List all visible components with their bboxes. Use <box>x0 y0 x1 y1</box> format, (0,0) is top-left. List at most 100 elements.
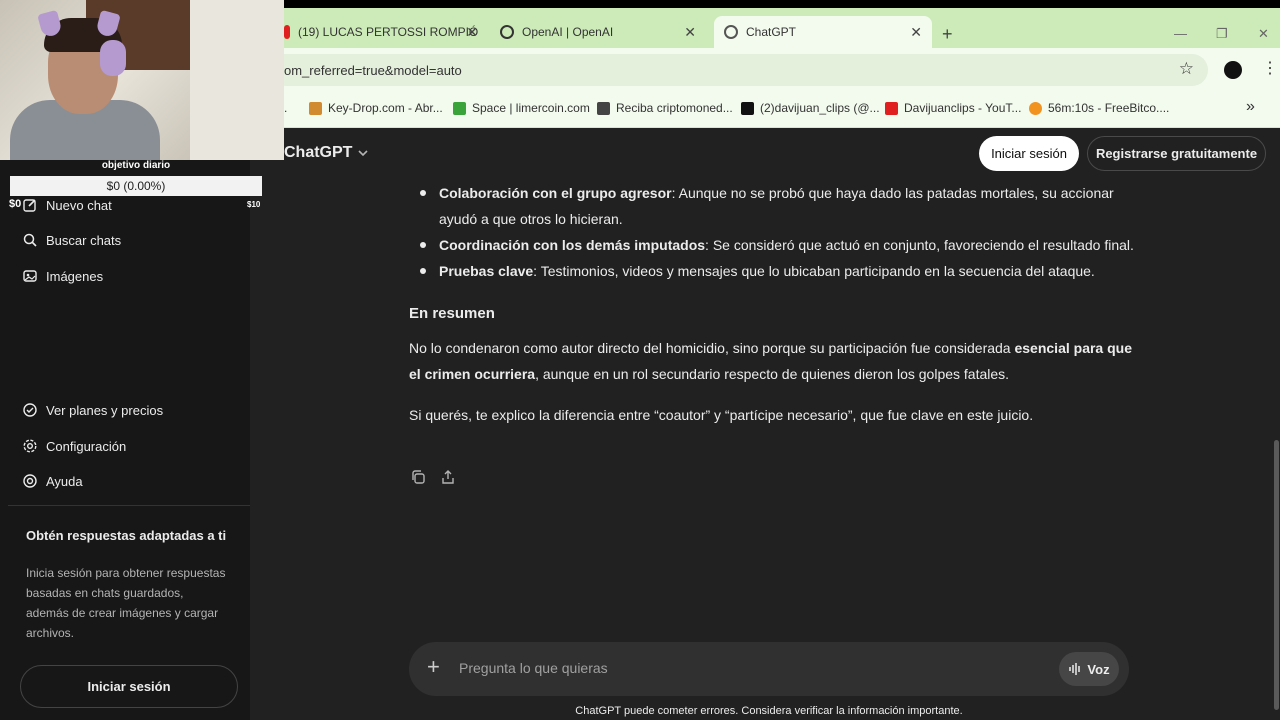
bookmark-label: Key-Drop.com - Abr... <box>328 101 443 115</box>
tab-youtube[interactable]: (19) LUCAS PERTOSSI ROMPIÓ ✕ <box>284 16 488 48</box>
restore-icon[interactable]: ❐ <box>1216 26 1228 42</box>
attach-plus-icon[interactable]: + <box>427 654 440 680</box>
goal-min: $0 <box>9 198 22 210</box>
webcam-wall <box>190 0 284 160</box>
bookmark-label: Reciba criptomoned... <box>616 101 733 115</box>
scrollbar[interactable] <box>1274 440 1279 710</box>
new-tab-icon[interactable]: + <box>942 24 953 45</box>
chevron-down-icon <box>358 150 369 157</box>
model-label: ChatGPT <box>284 144 353 161</box>
images-icon <box>23 270 37 282</box>
tab-label: OpenAI | OpenAI <box>522 25 614 39</box>
minimize-icon[interactable]: — <box>1174 26 1187 41</box>
bullet-text: : Testimonios, videos y mensajes que lo … <box>533 263 1095 279</box>
edit-icon <box>23 199 36 212</box>
sidebar-login-button[interactable]: Iniciar sesión <box>20 665 238 708</box>
help-icon <box>23 474 37 488</box>
summary-paragraph: No lo condenaron como autor directo del … <box>409 335 1134 387</box>
bookmark-youtube[interactable]: Davijuanclips - YouT... <box>885 101 1021 115</box>
sidebar-item-help[interactable]: Ayuda <box>22 470 83 492</box>
goal-label: objetivo diario <box>101 160 171 171</box>
youtube-icon <box>885 101 898 115</box>
waveform-icon <box>1069 663 1081 675</box>
sidebar-item-search[interactable]: Buscar chats <box>22 229 121 251</box>
tiktok-icon <box>741 101 754 115</box>
sidebar-item-settings[interactable]: Configuración <box>22 435 126 457</box>
tab-openai[interactable]: OpenAI | OpenAI ✕ <box>496 16 706 48</box>
keydrop-icon <box>309 101 322 115</box>
assistant-message: Colaboración con el grupo agresor: Aunqu… <box>409 180 1134 443</box>
bullet-strong: Pruebas clave <box>439 263 534 279</box>
bookmark-label: Davijuanclips - YouT... <box>904 101 1022 115</box>
cube-icon <box>597 101 610 115</box>
sidebar-item-label: Nuevo chat <box>46 197 112 213</box>
goal-value: $0 (0.00%) <box>106 179 166 193</box>
summary-pre: No lo condenaron como autor directo del … <box>409 340 1015 356</box>
url-text: om_referred=true&model=auto <box>284 62 462 78</box>
bullet-strong: Colaboración con el grupo agresor <box>439 185 672 201</box>
sidebar-divider <box>8 505 250 506</box>
openai-favicon-icon <box>500 25 514 39</box>
more-bookmarks-icon[interactable]: » <box>1246 98 1255 116</box>
list-item: Colaboración con el grupo agresor: Aunqu… <box>420 180 1134 232</box>
bookmark-tiktok[interactable]: (2)davijuan_clips (@... <box>741 101 880 115</box>
tab-label: ChatGPT <box>746 25 797 39</box>
voice-label: Voz <box>1087 661 1110 677</box>
promo-title: Obtén respuestas adaptadas a ti <box>26 528 227 543</box>
goal-max: $10 <box>247 200 261 209</box>
disclaimer: ChatGPT puede cometer errores. Considera… <box>575 705 963 717</box>
bookmark-limercoin[interactable]: Space | limercoin.com <box>453 101 590 115</box>
close-icon[interactable]: ✕ <box>910 24 922 41</box>
plans-icon <box>23 403 37 417</box>
tab-chatgpt[interactable]: ChatGPT ✕ <box>714 16 932 48</box>
summary-post: , aunque en un rol secundario respecto d… <box>535 366 1010 382</box>
voice-button[interactable]: Voz <box>1059 652 1119 686</box>
goal-progress-bar: $0 (0.00%) <box>10 176 262 196</box>
limercoin-icon <box>453 101 466 115</box>
chatgpt-favicon-icon <box>724 25 738 39</box>
youtube-favicon-icon <box>284 25 290 39</box>
list-item: Pruebas clave: Testimonios, videos y men… <box>420 258 1134 284</box>
bookmark-keydrop[interactable]: Key-Drop.com - Abr... <box>309 101 443 115</box>
bullet-list: Colaboración con el grupo agresor: Aunqu… <box>409 180 1134 284</box>
list-item: Coordinación con los demás imputados: Se… <box>420 232 1134 258</box>
close-icon[interactable]: ✕ <box>466 24 478 41</box>
profile-avatar[interactable] <box>1224 61 1242 79</box>
bitcoin-icon <box>1029 101 1042 115</box>
sidebar-item-plans[interactable]: Ver planes y precios <box>22 399 163 421</box>
sidebar-item-images[interactable]: Imágenes <box>22 265 103 287</box>
prompt-input[interactable]: Pregunta lo que quieras <box>459 660 608 676</box>
bookmark-freebitco[interactable]: 56m:10s - FreeBitco.... <box>1029 101 1169 115</box>
sidebar-item-label: Buscar chats <box>46 232 122 248</box>
bookmark-label: 56m:10s - FreeBitco.... <box>1048 101 1170 115</box>
close-window-icon[interactable]: ✕ <box>1258 26 1269 42</box>
menu-kebab-icon[interactable]: ⋮ <box>1262 58 1278 78</box>
bullet-strong: Coordinación con los demás imputados <box>439 237 706 253</box>
bookmark-star-icon[interactable]: ☆ <box>1179 59 1194 79</box>
gear-icon <box>23 439 37 453</box>
webcam-overlay <box>0 0 284 160</box>
url-input[interactable]: om_referred=true&model=auto ☆ <box>270 54 1208 86</box>
followup-paragraph: Si querés, te explico la diferencia entr… <box>409 407 1034 423</box>
screen: (19) LUCAS PERTOSSI ROMPIÓ ✕ OpenAI | Op… <box>0 0 1280 720</box>
sidebar-item-label: Configuración <box>46 438 127 454</box>
section-heading: En resumen <box>409 305 495 322</box>
sidebar-item-label: Ver planes y precios <box>46 402 164 418</box>
bookmark-label: Space | limercoin.com <box>472 101 590 115</box>
promo-text: Inicia sesión para obtener respuestas ba… <box>26 566 226 640</box>
sidebar-item-label: Ayuda <box>46 473 83 489</box>
sidebar-item-new-chat[interactable]: Nuevo chat <box>22 194 112 216</box>
bullet-text: : Se consideró que actuó en conjunto, fa… <box>705 237 1134 253</box>
model-selector[interactable]: ChatGPT <box>284 144 370 162</box>
share-icon[interactable] <box>439 468 457 486</box>
header-login-button[interactable]: Iniciar sesión <box>979 136 1079 171</box>
tab-label: (19) LUCAS PERTOSSI ROMPIÓ <box>298 25 479 39</box>
message-actions <box>409 468 457 486</box>
prompt-composer[interactable]: + Pregunta lo que quieras Voz <box>409 642 1129 696</box>
bookmark-label: (2)davijuan_clips (@... <box>760 101 880 115</box>
close-icon[interactable]: ✕ <box>684 24 696 41</box>
bookmark-cripto[interactable]: Reciba criptomoned... <box>597 101 733 115</box>
search-icon <box>23 233 37 247</box>
copy-icon[interactable] <box>409 468 427 486</box>
register-button[interactable]: Registrarse gratuitamente <box>1087 136 1266 171</box>
